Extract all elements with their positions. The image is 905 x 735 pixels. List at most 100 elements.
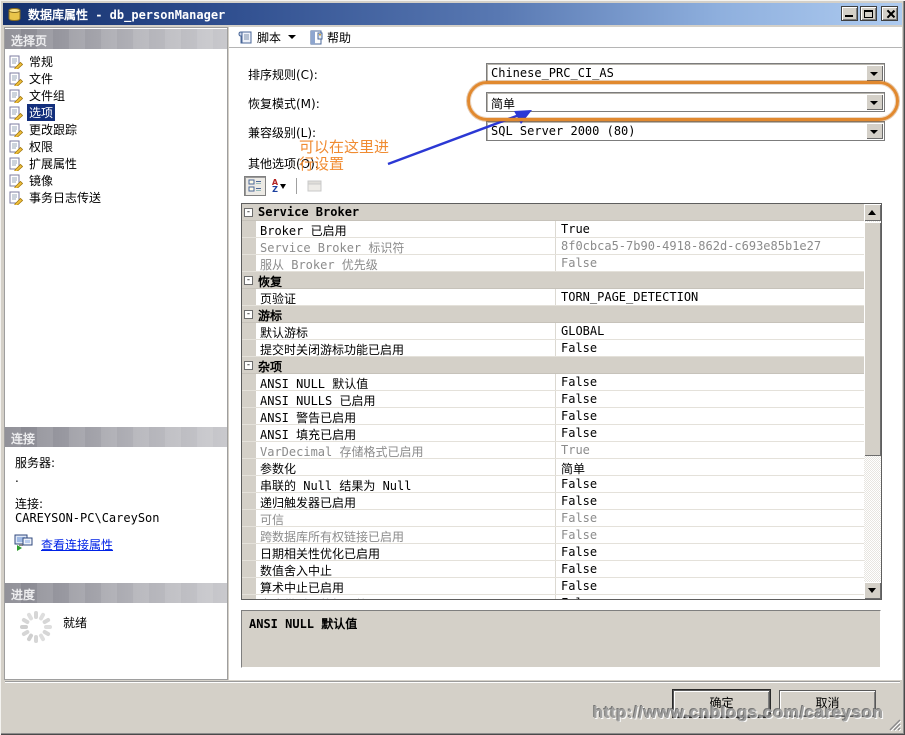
grid-property-row[interactable]: 参数化简单 — [242, 459, 864, 476]
dropdown-arrow-icon[interactable] — [866, 94, 883, 110]
script-page-icon — [9, 157, 23, 171]
grid-property-row[interactable]: 提交时关闭游标功能已启用False — [242, 340, 864, 357]
property-name: 提交时关闭游标功能已启用 — [256, 340, 556, 356]
grid-property-row[interactable]: 默认游标GLOBAL — [242, 323, 864, 340]
property-name: Service Broker 标识符 — [256, 238, 556, 254]
property-value[interactable]: False — [556, 425, 864, 441]
grid-category-row[interactable]: -游标 — [242, 306, 864, 323]
grid-property-row[interactable]: ANSI 填充已启用False — [242, 425, 864, 442]
grid-property-row[interactable]: 页验证TORN_PAGE_DETECTION — [242, 289, 864, 306]
grid-property-row[interactable]: 串联的 Null 结果为 NullFalse — [242, 476, 864, 493]
categorized-view-button[interactable] — [244, 176, 266, 196]
grid-gutter — [242, 289, 256, 305]
collapse-icon[interactable]: - — [244, 208, 253, 217]
collapse-icon[interactable]: - — [244, 310, 253, 319]
sidebar-item-log-shipping[interactable]: 事务日志传送 — [9, 189, 225, 206]
property-value[interactable]: 8f0cbca5-7b90-4918-862d-c693e85b1e27 — [556, 238, 864, 254]
sidebar-item-filegroups[interactable]: 文件组 — [9, 87, 225, 104]
grid-gutter — [242, 238, 256, 254]
property-value[interactable]: 简单 — [556, 459, 864, 475]
scrollbar-thumb[interactable] — [864, 222, 881, 456]
property-value[interactable]: False — [556, 510, 864, 526]
property-value[interactable]: False — [556, 340, 864, 356]
sidebar-item-general[interactable]: 常规 — [9, 53, 225, 70]
property-value[interactable]: False — [556, 493, 864, 509]
minimize-button[interactable] — [841, 6, 858, 21]
property-value[interactable]: False — [556, 578, 864, 594]
grid-property-row[interactable]: 允许带引号的标识符False — [242, 595, 864, 600]
grid-property-row[interactable]: 跨数据库所有权链接已启用False — [242, 527, 864, 544]
scroll-down-icon[interactable] — [864, 582, 881, 599]
grid-category-row[interactable]: -恢复 — [242, 272, 864, 289]
property-value[interactable]: False — [556, 527, 864, 543]
view-connection-properties-link[interactable]: 查看连接属性 — [41, 536, 113, 553]
grid-property-row[interactable]: ANSI NULL 默认值False — [242, 374, 864, 391]
connection-header: 连接 — [5, 427, 227, 447]
grid-property-row[interactable]: Service Broker 标识符8f0cbca5-7b90-4918-862… — [242, 238, 864, 255]
grid-property-row[interactable]: 日期相关性优化已启用False — [242, 544, 864, 561]
property-value[interactable]: False — [556, 561, 864, 577]
script-button[interactable]: 脚本 — [257, 29, 281, 46]
grid-property-row[interactable]: 算术中止已启用False — [242, 578, 864, 595]
property-value[interactable]: False — [556, 595, 864, 600]
sidebar-item-files[interactable]: 文件 — [9, 70, 225, 87]
sidebar-item-change-tracking[interactable]: 更改跟踪 — [9, 121, 225, 138]
property-name: 允许带引号的标识符 — [256, 595, 556, 600]
sidebar-item-mirroring[interactable]: 镜像 — [9, 172, 225, 189]
grid-gutter — [242, 323, 256, 339]
close-button[interactable] — [881, 6, 898, 21]
sidebar-item-label: 文件组 — [27, 87, 67, 104]
property-value[interactable]: False — [556, 408, 864, 424]
property-value[interactable]: False — [556, 255, 864, 271]
dialog-toolbar: 脚本 帮助 — [229, 27, 902, 48]
grid-gutter — [242, 510, 256, 526]
property-value[interactable]: False — [556, 391, 864, 407]
grid-category-row[interactable]: -杂项 — [242, 357, 864, 374]
property-name: 默认游标 — [256, 323, 556, 339]
category-label: 杂项 — [256, 357, 284, 373]
script-dropdown-icon[interactable] — [288, 35, 296, 39]
grid-property-row[interactable]: 递归触发器已启用False — [242, 493, 864, 510]
annotation-arrow-icon — [372, 98, 547, 173]
collapse-icon[interactable]: - — [244, 276, 253, 285]
maximize-icon — [864, 10, 873, 18]
grid-property-row[interactable]: ANSI 警告已启用False — [242, 408, 864, 425]
help-button[interactable]: 帮助 — [327, 29, 351, 46]
collation-label: 排序规则(C): — [248, 66, 318, 83]
alphabetical-sort-button[interactable]: AZ — [268, 176, 290, 196]
collation-combobox[interactable]: Chinese_PRC_CI_AS — [486, 63, 885, 83]
grid-scrollbar[interactable] — [864, 204, 881, 599]
sidebar-item-options[interactable]: 选项 — [9, 104, 225, 121]
maximize-button[interactable] — [860, 6, 877, 21]
grid-property-row[interactable]: ANSI NULLS 已启用False — [242, 391, 864, 408]
sidebar-item-extended-props[interactable]: 扩展属性 — [9, 155, 225, 172]
grid-gutter — [242, 459, 256, 475]
script-page-icon — [9, 55, 23, 69]
dropdown-arrow-icon[interactable] — [866, 65, 883, 81]
sidebar-item-permissions[interactable]: 权限 — [9, 138, 225, 155]
options-page-pane: 脚本 帮助 排序规则(C): Chinese_PRC_CI_AS 恢复模式(M)… — [229, 27, 902, 680]
collapse-icon[interactable]: - — [244, 361, 253, 370]
grid-gutter: - — [242, 272, 256, 288]
resize-grip[interactable] — [888, 718, 901, 731]
connection-label: 连接: — [15, 495, 43, 512]
grid-property-row[interactable]: VarDecimal 存储格式已启用True — [242, 442, 864, 459]
property-value[interactable]: False — [556, 476, 864, 492]
title-bar[interactable]: 数据库属性 - db_personManager — [3, 3, 902, 25]
grid-property-row[interactable]: 数值舍入中止False — [242, 561, 864, 578]
scroll-up-icon[interactable] — [864, 204, 881, 221]
property-value[interactable]: True — [556, 442, 864, 458]
grid-property-row[interactable]: Broker 已启用True — [242, 221, 864, 238]
grid-property-row[interactable]: 服从 Broker 优先级False — [242, 255, 864, 272]
property-name: 服从 Broker 优先级 — [256, 255, 556, 271]
dropdown-arrow-icon[interactable] — [866, 123, 883, 139]
property-value[interactable]: TORN_PAGE_DETECTION — [556, 289, 864, 305]
property-name: ANSI 填充已启用 — [256, 425, 556, 441]
property-value[interactable]: True — [556, 221, 864, 237]
grid-category-row[interactable]: -Service Broker — [242, 204, 864, 221]
property-value[interactable]: False — [556, 374, 864, 390]
property-value[interactable]: GLOBAL — [556, 323, 864, 339]
grid-property-row[interactable]: 可信False — [242, 510, 864, 527]
property-name: 参数化 — [256, 459, 556, 475]
property-value[interactable]: False — [556, 544, 864, 560]
